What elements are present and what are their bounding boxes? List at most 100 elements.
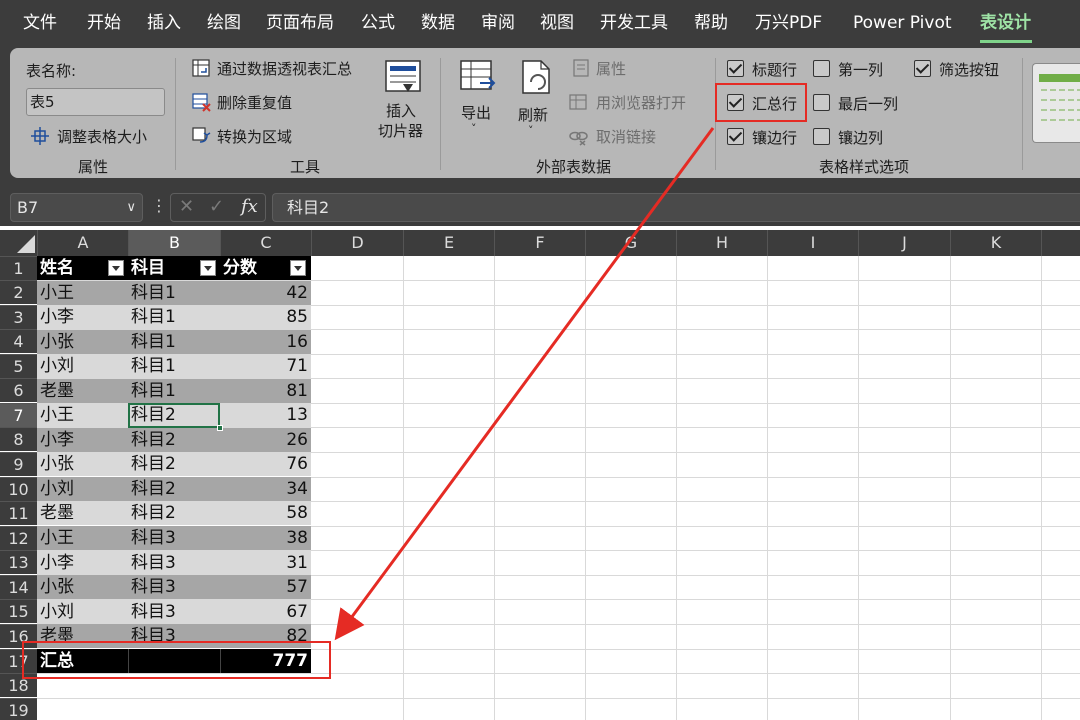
column-header-h[interactable]: H [676, 230, 767, 256]
open-in-browser-button[interactable]: 用浏览器打开 [596, 92, 686, 113]
column-header-j[interactable]: J [858, 230, 950, 256]
first-column-label[interactable]: 第一列 [838, 59, 883, 80]
summarize-pivot-button[interactable]: 通过数据透视表汇总 [217, 58, 352, 79]
fill-handle[interactable] [217, 425, 223, 431]
table-cell[interactable]: 科目1 [128, 330, 220, 354]
menu-formulas[interactable]: 公式 [361, 0, 395, 47]
chevron-down-icon[interactable]: ∨ [126, 194, 136, 221]
last-column-label[interactable]: 最后一列 [838, 93, 898, 114]
row-header[interactable]: 6 [0, 378, 37, 402]
table-cell[interactable]: 31 [220, 551, 311, 575]
formula-input[interactable]: 科目2 [272, 193, 1080, 222]
insert-slicer-icon[interactable] [383, 58, 423, 98]
row-header[interactable]: 16 [0, 624, 37, 648]
menu-review[interactable]: 审阅 [481, 0, 515, 47]
menu-wondershare-pdf[interactable]: 万兴PDF [755, 0, 822, 47]
export-icon[interactable] [458, 58, 498, 98]
table-cell[interactable]: 科目2 [128, 477, 220, 501]
table-cell[interactable]: 科目2 [128, 501, 220, 525]
row-header[interactable]: 15 [0, 599, 37, 623]
filter-button-label[interactable]: 筛选按钮 [939, 59, 999, 80]
menu-power-pivot[interactable]: Power Pivot [853, 0, 952, 47]
table-cell[interactable]: 小张 [37, 575, 128, 599]
table-cell[interactable]: 26 [220, 428, 311, 452]
row-header[interactable]: 11 [0, 501, 37, 525]
row-header[interactable]: 13 [0, 550, 37, 574]
row-header[interactable]: 14 [0, 575, 37, 599]
enter-check-icon[interactable]: ✓ [209, 196, 224, 217]
row-header[interactable]: 7 [0, 403, 37, 427]
column-header-c[interactable]: C [220, 230, 311, 256]
column-header-l[interactable] [1041, 230, 1080, 256]
table-cell[interactable]: 16 [220, 330, 311, 354]
table-style-gallery[interactable] [1032, 63, 1080, 143]
table-header-subject[interactable]: 科目 [128, 256, 220, 280]
export-chevron-icon[interactable]: ˅ [471, 122, 477, 135]
table-cell[interactable]: 67 [220, 600, 311, 624]
table-cell[interactable]: 57 [220, 575, 311, 599]
row-header[interactable]: 8 [0, 427, 37, 451]
menu-home[interactable]: 开始 [87, 0, 121, 47]
table-cell[interactable]: 老墨 [37, 379, 128, 403]
filter-dropdown-icon[interactable] [108, 260, 124, 276]
insert-function-icon[interactable]: fx [241, 196, 258, 217]
table-cell[interactable]: 科目3 [128, 624, 220, 648]
row-header[interactable]: 17 [0, 649, 37, 673]
resize-table-button[interactable]: 调整表格大小 [57, 126, 147, 147]
table-cell[interactable]: 科目1 [128, 281, 220, 305]
table-cell[interactable]: 38 [220, 526, 311, 550]
table-cell[interactable]: 小刘 [37, 354, 128, 378]
table-cell[interactable]: 科目2 [128, 428, 220, 452]
column-header-i[interactable]: I [767, 230, 858, 256]
table-cell[interactable]: 小刘 [37, 600, 128, 624]
menu-help[interactable]: 帮助 [694, 0, 728, 47]
insert-slicer-label-1[interactable]: 插入 [386, 100, 416, 121]
formula-bar-resize-handle[interactable]: ⋮ [151, 196, 167, 215]
header-row-label[interactable]: 标题行 [752, 59, 797, 80]
row-header[interactable]: 4 [0, 329, 37, 353]
table-cell[interactable]: 科目3 [128, 526, 220, 550]
export-button[interactable]: 导出 [461, 102, 491, 123]
row-header[interactable]: 12 [0, 526, 37, 550]
menu-insert[interactable]: 插入 [147, 0, 181, 47]
remove-duplicates-button[interactable]: 删除重复值 [217, 92, 292, 113]
banded-columns-label[interactable]: 镶边列 [838, 127, 883, 148]
column-header-f[interactable]: F [494, 230, 585, 256]
table-header-name[interactable]: 姓名 [37, 256, 128, 280]
row-header[interactable]: 10 [0, 477, 37, 501]
column-header-g[interactable]: G [585, 230, 676, 256]
unlink-button[interactable]: 取消链接 [596, 126, 656, 147]
banded-rows-label[interactable]: 镶边行 [752, 127, 797, 148]
table-cell[interactable]: 71 [220, 354, 311, 378]
filter-dropdown-icon[interactable] [290, 260, 306, 276]
column-header-e[interactable]: E [403, 230, 494, 256]
refresh-chevron-icon[interactable]: ˅ [528, 124, 534, 137]
column-header-b[interactable]: B [128, 230, 220, 256]
table-cell[interactable]: 科目1 [128, 354, 220, 378]
row-header[interactable]: 5 [0, 354, 37, 378]
menu-developer[interactable]: 开发工具 [600, 0, 668, 47]
first-column-checkbox[interactable] [813, 60, 830, 77]
table-cell[interactable]: 科目2 [128, 403, 220, 427]
table-cell[interactable]: 小王 [37, 526, 128, 550]
table-cell[interactable]: 13 [220, 403, 311, 427]
menu-draw[interactable]: 绘图 [207, 0, 241, 47]
table-cell[interactable]: 小张 [37, 452, 128, 476]
refresh-icon[interactable] [517, 58, 557, 98]
name-box[interactable]: B7 ∨ [10, 193, 143, 222]
table-cell[interactable]: 科目1 [128, 305, 220, 329]
table-cell[interactable]: 34 [220, 477, 311, 501]
convert-to-range-button[interactable]: 转换为区域 [217, 126, 292, 147]
banded-columns-checkbox[interactable] [813, 128, 830, 145]
table-cell[interactable]: 小李 [37, 551, 128, 575]
table-header-score[interactable]: 分数 [220, 256, 311, 280]
total-row-label[interactable]: 汇总 [37, 649, 128, 673]
table-cell[interactable]: 科目3 [128, 600, 220, 624]
table-cell[interactable]: 科目3 [128, 575, 220, 599]
column-header-d[interactable]: D [311, 230, 403, 256]
row-header[interactable]: 9 [0, 452, 37, 476]
menu-file[interactable]: 文件 [23, 0, 57, 47]
column-header-k[interactable]: K [950, 230, 1041, 256]
row-header[interactable]: 3 [0, 305, 37, 329]
table-cell[interactable]: 58 [220, 501, 311, 525]
